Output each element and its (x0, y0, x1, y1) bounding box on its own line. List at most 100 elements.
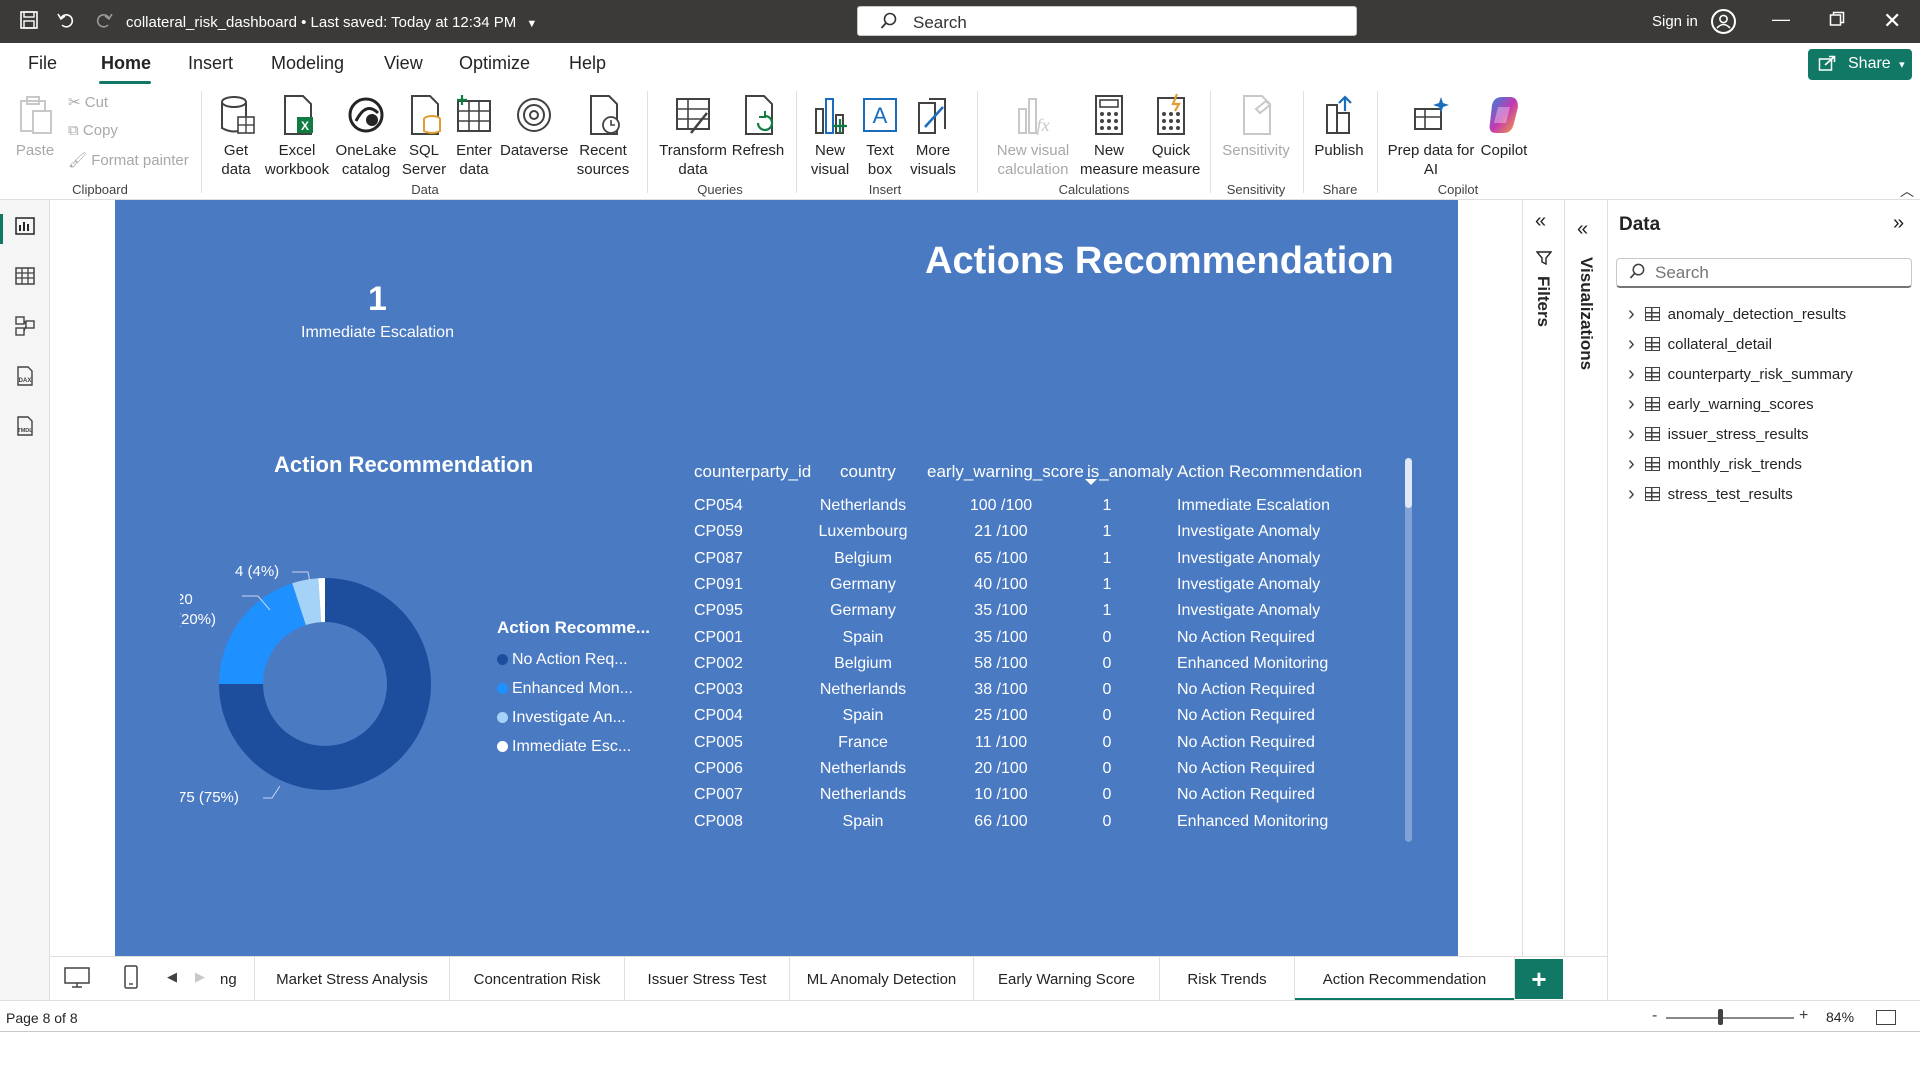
text-box-button[interactable]: A Text box (859, 93, 901, 179)
dax-query-view-icon[interactable]: DAX (14, 365, 36, 387)
zoom-out-icon[interactable]: - (1652, 1007, 1657, 1025)
page-tab[interactable]: Issuer Stress Test (625, 957, 790, 1001)
table-scrollbar-thumb[interactable] (1405, 458, 1412, 508)
menu-view[interactable]: View (384, 53, 423, 74)
tmdl-view-icon[interactable]: TMDL (14, 415, 36, 437)
copy-button[interactable]: ⧉ Copy (68, 122, 118, 139)
chevron-right-icon[interactable]: › (1628, 363, 1635, 386)
enter-data-button[interactable]: Enter data (452, 93, 496, 179)
desktop-layout-icon[interactable] (64, 967, 90, 994)
report-view-icon[interactable] (14, 215, 36, 237)
avatar-icon[interactable] (1711, 9, 1736, 34)
publish-button[interactable]: Publish (1312, 93, 1366, 160)
sign-in-link[interactable]: Sign in (1652, 13, 1698, 30)
filters-pane-collapsed[interactable]: « Filters (1522, 200, 1564, 1000)
sql-server-button[interactable]: SQL Server (400, 93, 448, 179)
global-search-box[interactable]: Search (857, 6, 1357, 36)
table-column-header[interactable]: country (840, 462, 896, 482)
page-tab[interactable]: Action Recommendation (1295, 957, 1515, 1001)
data-table-item[interactable]: › anomaly_detection_results (1628, 300, 1846, 328)
restore-icon[interactable] (1829, 11, 1845, 32)
donut-slice[interactable] (219, 583, 306, 684)
copilot-button[interactable]: Copilot (1476, 93, 1532, 160)
table-column-header[interactable]: early_warning_score (927, 462, 1084, 482)
ribbon-collapse-icon[interactable]: ︿ (1900, 181, 1914, 201)
refresh-button[interactable]: Refresh (730, 93, 786, 160)
menu-file[interactable]: File (28, 53, 57, 74)
data-table-item[interactable]: › stress_test_results (1628, 480, 1793, 508)
data-table-item[interactable]: › early_warning_scores (1628, 390, 1814, 418)
data-search-input[interactable] (1655, 263, 1895, 283)
menu-modeling[interactable]: Modeling (271, 53, 344, 74)
undo-icon[interactable] (56, 10, 76, 35)
chevron-right-icon[interactable]: › (1628, 483, 1635, 506)
chevron-right-icon[interactable]: › (1628, 453, 1635, 476)
recent-sources-button[interactable]: Recent sources (570, 93, 636, 179)
legend-item[interactable]: Enhanced Mon... (497, 674, 650, 703)
quick-measure-button[interactable]: Quick measure (1142, 93, 1200, 179)
collapse-data-pane-icon[interactable]: » (1893, 212, 1904, 235)
chevron-down-icon[interactable]: ▼ (526, 18, 537, 30)
page-tab[interactable]: ML Anomaly Detection (790, 957, 974, 1001)
menu-home[interactable]: Home (101, 53, 151, 74)
close-icon[interactable]: ✕ (1883, 8, 1901, 34)
expand-visualizations-icon[interactable]: « (1577, 218, 1588, 241)
page-tab[interactable]: Market Stress Analysis (255, 957, 450, 1001)
onelake-catalog-button[interactable]: OneLake catalog (334, 93, 398, 179)
fit-to-page-icon[interactable] (1876, 1010, 1896, 1025)
file-title[interactable]: collateral_risk_dashboard • Last saved: … (126, 14, 537, 31)
new-visual-calculation-button[interactable]: fx New visual calculation (990, 93, 1076, 179)
zoom-slider[interactable] (1666, 1017, 1794, 1019)
menu-optimize[interactable]: Optimize (459, 53, 530, 74)
add-page-button[interactable]: + (1515, 959, 1563, 999)
cut-button[interactable]: ✂ Cut (68, 93, 108, 111)
page-tab[interactable]: Concentration Risk (450, 957, 625, 1001)
scroll-tabs-right-icon[interactable]: ▶ (195, 969, 205, 985)
dataverse-button[interactable]: Dataverse (500, 93, 568, 160)
table-view-icon[interactable] (14, 265, 36, 287)
card-value[interactable]: 1 (330, 280, 425, 319)
save-icon[interactable] (19, 10, 39, 35)
table-column-header[interactable]: counterparty_id (694, 462, 811, 482)
mobile-layout-icon[interactable] (124, 965, 138, 994)
prep-data-for-ai-button[interactable]: Prep data for AI (1386, 93, 1476, 179)
format-painter-button[interactable]: 🖌 Format painter (68, 151, 189, 169)
transform-data-button[interactable]: Transform data (658, 93, 728, 179)
new-visual-button[interactable]: New visual (805, 93, 855, 179)
page-tab[interactable]: Risk Trends (1160, 957, 1295, 1001)
menu-insert[interactable]: Insert (188, 53, 233, 74)
chevron-right-icon[interactable]: › (1628, 423, 1635, 446)
data-table-item[interactable]: › monthly_risk_trends (1628, 450, 1802, 478)
table-column-header[interactable]: Action Recommendation (1177, 462, 1362, 482)
legend-item[interactable]: Investigate An... (497, 703, 650, 732)
data-search-field[interactable] (1616, 258, 1912, 288)
model-view-icon[interactable] (14, 315, 36, 337)
data-table-item[interactable]: › counterparty_risk_summary (1628, 360, 1853, 388)
paste-button[interactable]: Paste (14, 93, 56, 160)
scroll-tabs-left-icon[interactable]: ◀ (167, 969, 177, 985)
legend-item[interactable]: Immediate Esc... (497, 732, 650, 761)
table-column-header[interactable]: is_anomaly (1087, 462, 1173, 482)
legend-item[interactable]: No Action Req... (497, 645, 650, 674)
share-button[interactable]: Share ▾ (1808, 49, 1912, 80)
page-tab[interactable]: Early Warning Score (974, 957, 1160, 1001)
menu-help[interactable]: Help (569, 53, 606, 74)
chevron-right-icon[interactable]: › (1628, 333, 1635, 356)
minimize-icon[interactable]: — (1772, 9, 1790, 30)
page-tab[interactable]: ng (220, 957, 255, 1001)
more-visuals-button[interactable]: More visuals (903, 93, 963, 179)
excel-workbook-button[interactable]: X Excel workbook (262, 93, 332, 179)
chevron-right-icon[interactable]: › (1628, 303, 1635, 326)
visualizations-pane-collapsed[interactable]: « Visualizations (1564, 200, 1607, 1000)
new-measure-button[interactable]: New measure (1080, 93, 1138, 179)
redo-icon[interactable] (94, 10, 114, 35)
zoom-level[interactable]: 84% (1826, 1009, 1854, 1025)
data-table-item[interactable]: › collateral_detail (1628, 330, 1772, 358)
data-table-item[interactable]: › issuer_stress_results (1628, 420, 1809, 448)
table-scrollbar[interactable] (1405, 458, 1412, 842)
sort-desc-icon[interactable] (1085, 479, 1097, 485)
donut-chart[interactable]: 75 (75%) 20 (20%) 4 (4%) (180, 556, 470, 816)
sensitivity-button[interactable]: Sensitivity (1220, 93, 1292, 160)
zoom-in-icon[interactable]: + (1799, 1007, 1808, 1025)
chevron-right-icon[interactable]: › (1628, 393, 1635, 416)
